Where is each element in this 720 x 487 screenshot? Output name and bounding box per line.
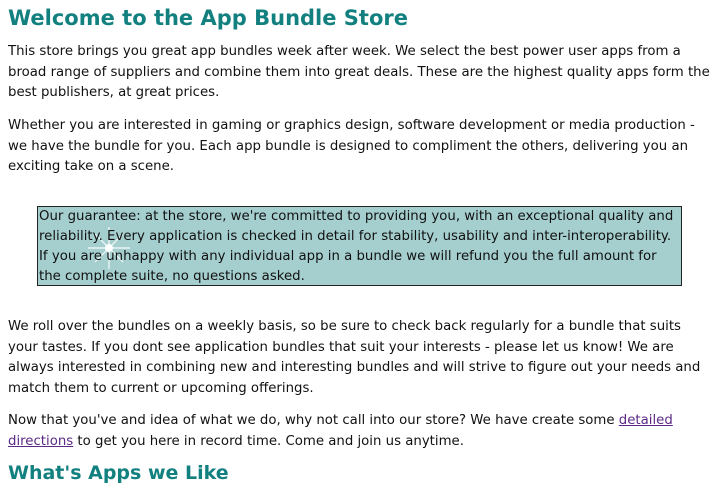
guarantee-text: Our guarantee: at the store, we're commi… — [39, 209, 674, 284]
directions-text-before: Now that you've and idea of what we do, … — [8, 413, 619, 428]
directions-text-after: to get you here in record time. Come and… — [73, 433, 464, 449]
intro-paragraph-1: This store brings you great app bundles … — [8, 44, 710, 100]
guarantee-box: Our guarantee: at the store, we're commi… — [37, 206, 682, 286]
intro-paragraph-2: Whether you are interested in gaming or … — [8, 118, 695, 174]
page-title: Welcome to the App Bundle Store — [8, 6, 408, 30]
body-paragraph-3: We roll over the bundles on a weekly bas… — [8, 319, 701, 396]
section-title-apps: What's Apps we Like — [8, 462, 229, 484]
body-paragraph-4: Now that you've and idea of what we do, … — [8, 411, 714, 452]
